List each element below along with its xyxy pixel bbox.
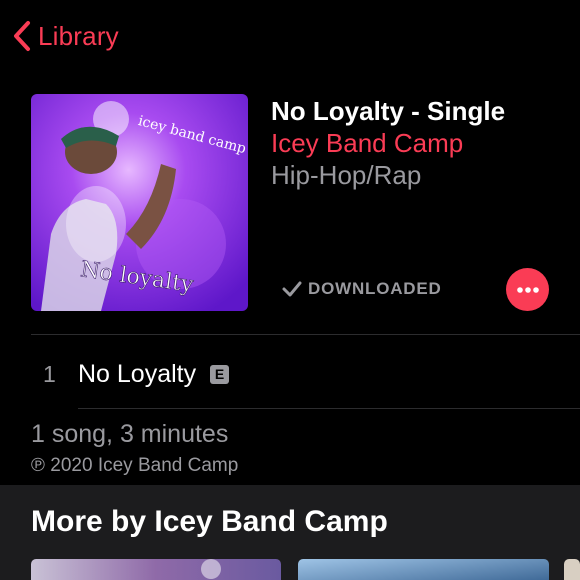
more-album-thumbnail[interactable] xyxy=(31,559,281,580)
navigation-bar: Library xyxy=(0,0,580,72)
downloaded-label: DOWNLOADED xyxy=(308,279,442,298)
track-number: 1 xyxy=(43,361,56,387)
downloaded-status: DOWNLOADED xyxy=(281,278,442,300)
divider xyxy=(78,408,580,409)
checkmark-icon xyxy=(282,281,302,297)
back-button[interactable]: Library xyxy=(12,20,119,52)
explicit-badge: E xyxy=(210,365,229,384)
track-row[interactable]: 1 No Loyalty E xyxy=(0,336,580,408)
more-by-artist-title: More by Icey Band Camp xyxy=(31,505,388,538)
more-by-artist-section: More by Icey Band Camp xyxy=(0,485,580,580)
more-options-button[interactable] xyxy=(506,268,549,311)
thumbnail-image xyxy=(31,559,281,580)
album-genre: Hip-Hop/Rap xyxy=(271,160,422,190)
ellipsis-icon xyxy=(516,286,539,293)
album-info: No Loyalty - Single Icey Band Camp Hip-H… xyxy=(271,96,505,191)
divider xyxy=(31,334,580,335)
album-title: No Loyalty - Single xyxy=(271,96,506,126)
more-album-thumbnail[interactable] xyxy=(298,559,549,580)
copyright-notice: ℗ 2020 Icey Band Camp xyxy=(31,455,239,476)
thumbnail-image xyxy=(564,559,580,580)
album-artwork-image: icey band camp No loyalty xyxy=(31,94,248,311)
back-button-label: Library xyxy=(38,20,119,51)
album-summary: 1 song, 3 minutes xyxy=(31,420,229,448)
chevron-left-icon xyxy=(14,21,30,51)
album-artist-link[interactable]: Icey Band Camp xyxy=(271,128,505,159)
album-artwork[interactable]: icey band camp No loyalty xyxy=(31,94,248,311)
more-album-thumbnail[interactable] xyxy=(564,559,580,580)
track-title: No Loyalty xyxy=(78,360,197,388)
thumbnail-image xyxy=(298,559,549,580)
